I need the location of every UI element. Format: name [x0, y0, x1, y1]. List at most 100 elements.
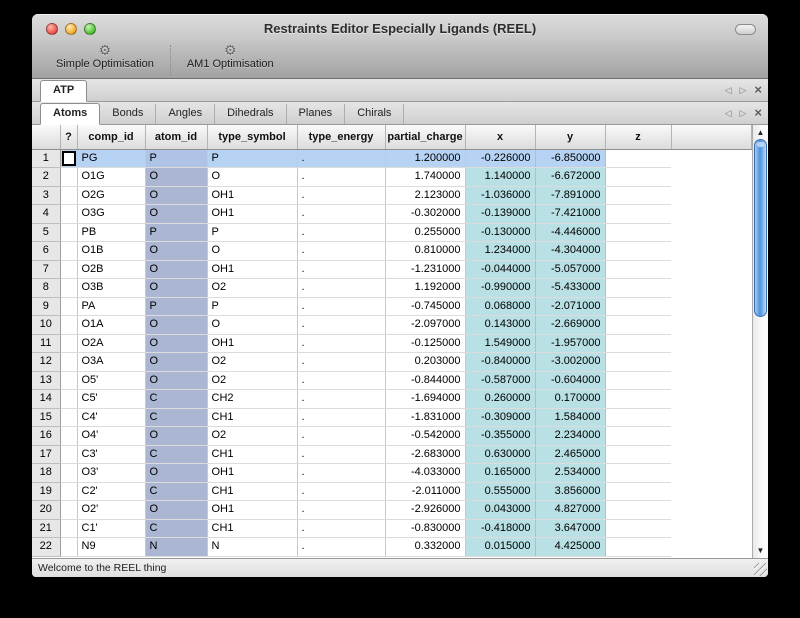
cell-select[interactable]: [60, 316, 77, 335]
cell-atom-id[interactable]: O: [145, 501, 207, 520]
row-number[interactable]: 8: [32, 279, 60, 298]
cell-select[interactable]: [60, 371, 77, 390]
cell-comp-id[interactable]: O3B: [77, 279, 145, 298]
cell-type-energy[interactable]: .: [297, 223, 385, 242]
cell-comp-id[interactable]: O2B: [77, 260, 145, 279]
cell-y[interactable]: 4.425000: [535, 538, 605, 557]
cell-comp-id[interactable]: O1G: [77, 168, 145, 187]
table-row[interactable]: 22N9NN.0.3320000.0150004.425000: [32, 538, 752, 557]
cell-comp-id[interactable]: C3': [77, 445, 145, 464]
table-row[interactable]: 8O3BOO2.1.192000-0.990000-5.433000: [32, 279, 752, 298]
cell-select[interactable]: [60, 445, 77, 464]
corner-header-cell[interactable]: [32, 125, 60, 149]
cell-comp-id[interactable]: C4': [77, 408, 145, 427]
cell-partial-charge[interactable]: -2.926000: [385, 501, 465, 520]
row-number[interactable]: 19: [32, 482, 60, 501]
table-row[interactable]: 18O3'OOH1.-4.0330000.1650002.534000: [32, 464, 752, 483]
cell-type-energy[interactable]: .: [297, 316, 385, 335]
cell-x[interactable]: 1.234000: [465, 242, 535, 261]
cell-y[interactable]: -5.057000: [535, 260, 605, 279]
table-row[interactable]: 14C5'CCH2.-1.6940000.2600000.170000: [32, 390, 752, 409]
cell-x[interactable]: 0.555000: [465, 482, 535, 501]
table-row[interactable]: 13O5'OO2.-0.844000-0.587000-0.604000: [32, 371, 752, 390]
cell-x[interactable]: -0.587000: [465, 371, 535, 390]
cell-atom-id[interactable]: C: [145, 390, 207, 409]
row-number[interactable]: 18: [32, 464, 60, 483]
row-number[interactable]: 11: [32, 334, 60, 353]
column-header-partial-charge[interactable]: partial_charge: [385, 125, 465, 149]
cell-atom-id[interactable]: P: [145, 223, 207, 242]
cell-atom-id[interactable]: C: [145, 445, 207, 464]
table-row[interactable]: 10O1AOO.-2.0970000.143000-2.669000: [32, 316, 752, 335]
tab-dihedrals[interactable]: Dihedrals: [215, 104, 286, 124]
cell-partial-charge[interactable]: -0.844000: [385, 371, 465, 390]
cell-atom-id[interactable]: C: [145, 482, 207, 501]
cell-type-energy[interactable]: .: [297, 501, 385, 520]
row-number[interactable]: 22: [32, 538, 60, 557]
cell-type-energy[interactable]: .: [297, 445, 385, 464]
cell-comp-id[interactable]: O1A: [77, 316, 145, 335]
cell-y[interactable]: 3.647000: [535, 519, 605, 538]
cell-x[interactable]: 0.143000: [465, 316, 535, 335]
row-number[interactable]: 14: [32, 390, 60, 409]
row-number[interactable]: 4: [32, 205, 60, 224]
cell-type-energy[interactable]: .: [297, 538, 385, 557]
cell-atom-id[interactable]: C: [145, 408, 207, 427]
cell-x[interactable]: -0.309000: [465, 408, 535, 427]
cell-y[interactable]: 3.856000: [535, 482, 605, 501]
scrollbar-thumb[interactable]: [754, 139, 767, 317]
table-row[interactable]: 9PAPP.-0.7450000.068000-2.071000: [32, 297, 752, 316]
cell-select[interactable]: [60, 482, 77, 501]
cell-type-symbol[interactable]: CH1: [207, 519, 297, 538]
cell-select[interactable]: [60, 538, 77, 557]
cell-y[interactable]: -2.071000: [535, 297, 605, 316]
cell-comp-id[interactable]: O5': [77, 371, 145, 390]
cell-select[interactable]: [60, 427, 77, 446]
cell-type-energy[interactable]: .: [297, 482, 385, 501]
cell-select[interactable]: [60, 297, 77, 316]
table-row[interactable]: 5PBPP.0.255000-0.130000-4.446000: [32, 223, 752, 242]
cell-select[interactable]: [60, 205, 77, 224]
cell-select[interactable]: [60, 168, 77, 187]
table-row[interactable]: 4O3GOOH1.-0.302000-0.139000-7.421000: [32, 205, 752, 224]
cell-select[interactable]: [60, 501, 77, 520]
cell-partial-charge[interactable]: -0.302000: [385, 205, 465, 224]
tab-angles[interactable]: Angles: [156, 104, 215, 124]
cell-partial-charge[interactable]: -1.231000: [385, 260, 465, 279]
cell-type-energy[interactable]: .: [297, 390, 385, 409]
cell-atom-id[interactable]: O: [145, 260, 207, 279]
cell-partial-charge[interactable]: -1.831000: [385, 408, 465, 427]
table-row[interactable]: 12O3AOO2.0.203000-0.840000-3.002000: [32, 353, 752, 372]
cell-atom-id[interactable]: O: [145, 427, 207, 446]
cell-partial-charge[interactable]: 1.740000: [385, 168, 465, 187]
am1-optimisation-button[interactable]: ⚙ AM1 Optimisation: [173, 42, 288, 78]
cell-partial-charge[interactable]: 2.123000: [385, 186, 465, 205]
cell-type-energy[interactable]: .: [297, 186, 385, 205]
cell-type-symbol[interactable]: P: [207, 223, 297, 242]
table-row[interactable]: 21C1'CCH1.-0.830000-0.4180003.647000: [32, 519, 752, 538]
cell-comp-id[interactable]: O2A: [77, 334, 145, 353]
cell-y[interactable]: -6.672000: [535, 168, 605, 187]
cell-type-symbol[interactable]: O: [207, 168, 297, 187]
cell-select[interactable]: [60, 279, 77, 298]
cell-type-symbol[interactable]: N: [207, 538, 297, 557]
cell-type-energy[interactable]: .: [297, 242, 385, 261]
cell-select[interactable]: [60, 334, 77, 353]
tab-chirals[interactable]: Chirals: [345, 104, 404, 124]
cell-atom-id[interactable]: C: [145, 519, 207, 538]
cell-y[interactable]: 0.170000: [535, 390, 605, 409]
cell-type-symbol[interactable]: OH1: [207, 334, 297, 353]
cell-partial-charge[interactable]: -4.033000: [385, 464, 465, 483]
column-header-z[interactable]: z: [605, 125, 671, 149]
vertical-scrollbar[interactable]: ▲ ▼: [752, 125, 768, 558]
toolbar-toggle-button[interactable]: [735, 24, 756, 35]
cell-type-symbol[interactable]: O2: [207, 353, 297, 372]
cell-comp-id[interactable]: O2G: [77, 186, 145, 205]
cell-atom-id[interactable]: O: [145, 316, 207, 335]
cell-type-symbol[interactable]: CH1: [207, 482, 297, 501]
row-number[interactable]: 20: [32, 501, 60, 520]
cell-atom-id[interactable]: O: [145, 168, 207, 187]
cell-type-energy[interactable]: .: [297, 464, 385, 483]
row-number[interactable]: 21: [32, 519, 60, 538]
cell-type-symbol[interactable]: O2: [207, 279, 297, 298]
